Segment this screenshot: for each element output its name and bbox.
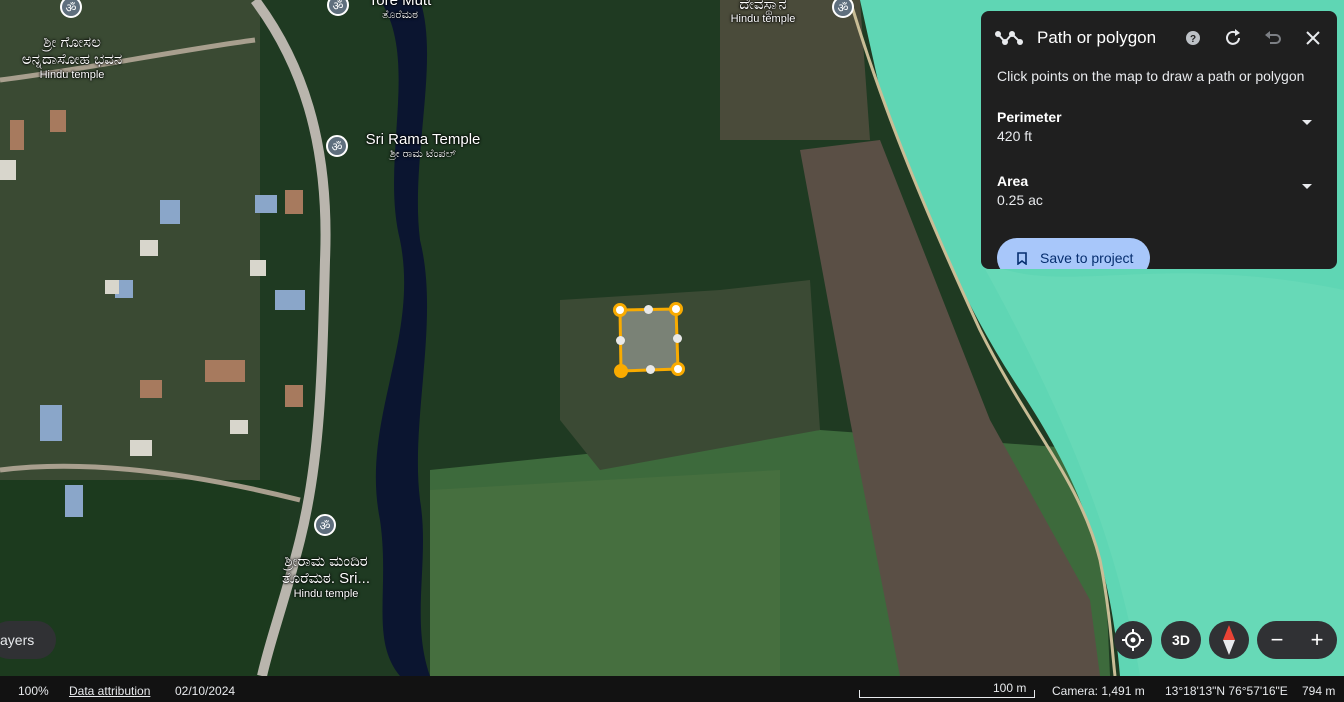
perimeter-label: Perimeter: [997, 109, 1062, 125]
panel-title: Path or polygon: [1037, 28, 1157, 47]
crosshair-icon: [1122, 629, 1144, 651]
imagery-date: 02/10/2024: [175, 684, 236, 698]
my-location-button[interactable]: [1114, 621, 1152, 659]
polygon-vertex-handle[interactable]: [614, 364, 628, 378]
3d-toggle-button[interactable]: 3D: [1161, 621, 1201, 659]
zoom-in-button[interactable]: +: [1311, 627, 1324, 653]
zoom-level: 100%: [18, 684, 49, 698]
polygon-midpoint-handle[interactable]: [644, 305, 653, 314]
place-label-mutt[interactable]: Tore Mutt ತೊರೆಮಠ: [360, 0, 440, 22]
data-attribution-link[interactable]: Data attribution: [69, 684, 150, 698]
layers-label: ayers: [0, 632, 35, 648]
scale-bar: [859, 690, 1035, 698]
polygon-midpoint-handle[interactable]: [646, 365, 655, 374]
bookmark-icon: [1017, 251, 1027, 265]
polygon-vertex-handle[interactable]: [669, 302, 683, 316]
polygon-midpoint-handle[interactable]: [616, 336, 625, 345]
place-label-rama-mandira[interactable]: ಶ್ರೀರಾಮ ಮಂದಿರ ತೊರೆಮಠ. Sri... Hindu templ…: [262, 553, 390, 600]
refresh-icon[interactable]: [1221, 26, 1245, 50]
perimeter-dropdown[interactable]: Perimeter 420 ft: [997, 109, 1322, 153]
save-to-project-button[interactable]: Save to project: [997, 238, 1150, 269]
zoom-control: − +: [1257, 621, 1337, 659]
3d-label: 3D: [1172, 632, 1190, 648]
zoom-out-button[interactable]: −: [1271, 627, 1284, 653]
close-icon[interactable]: [1301, 26, 1325, 50]
perimeter-value: 420 ft: [997, 128, 1033, 144]
chevron-down-icon: [1302, 120, 1312, 125]
compass-icon: [1223, 625, 1235, 655]
area-value: 0.25 ac: [997, 192, 1043, 208]
panel-header: Path or polygon ?: [981, 11, 1337, 65]
area-dropdown[interactable]: Area 0.25 ac: [997, 173, 1322, 217]
cursor-elevation: 794 m: [1302, 684, 1336, 698]
undo-icon[interactable]: [1261, 26, 1285, 50]
polygon-icon: [995, 31, 1023, 45]
save-button-label: Save to project: [1040, 250, 1134, 266]
chevron-down-icon: [1302, 184, 1312, 189]
svg-text:?: ?: [1190, 34, 1196, 45]
status-bar: 100% Data attribution 02/10/2024 100 m C…: [0, 676, 1344, 702]
place-label-devasthana[interactable]: ದೇವಸ್ಥಾನ Hindu temple: [716, 0, 810, 26]
cursor-coordinates: 13°18'13"N 76°57'16"E: [1165, 684, 1288, 698]
camera-altitude: Camera: 1,491 m: [1052, 684, 1145, 698]
layers-button[interactable]: ayers: [0, 621, 56, 659]
polygon-midpoint-handle[interactable]: [673, 334, 682, 343]
temple-pin-icon[interactable]: ॐ: [314, 514, 336, 536]
panel-instructions: Click points on the map to draw a path o…: [997, 68, 1305, 84]
help-icon[interactable]: ?: [1181, 26, 1205, 50]
place-label-sri-rama-temple[interactable]: Sri Rama Temple ಶ್ರೀ ರಾಮ ಟೆಂಪಲ್: [358, 131, 488, 161]
polygon-vertex-handle[interactable]: [613, 303, 627, 317]
path-polygon-panel: Path or polygon ? Click points on the ma…: [981, 11, 1337, 269]
area-label: Area: [997, 173, 1029, 189]
polygon-vertex-handle[interactable]: [671, 362, 685, 376]
place-label-gosala[interactable]: ಶ್ರೀ ಗೋಸಲ ಅನ್ನದಾಸೋಹ ಭವನ Hindu temple: [8, 34, 136, 81]
compass-button[interactable]: [1209, 621, 1249, 659]
temple-pin-icon[interactable]: ॐ: [326, 135, 348, 157]
